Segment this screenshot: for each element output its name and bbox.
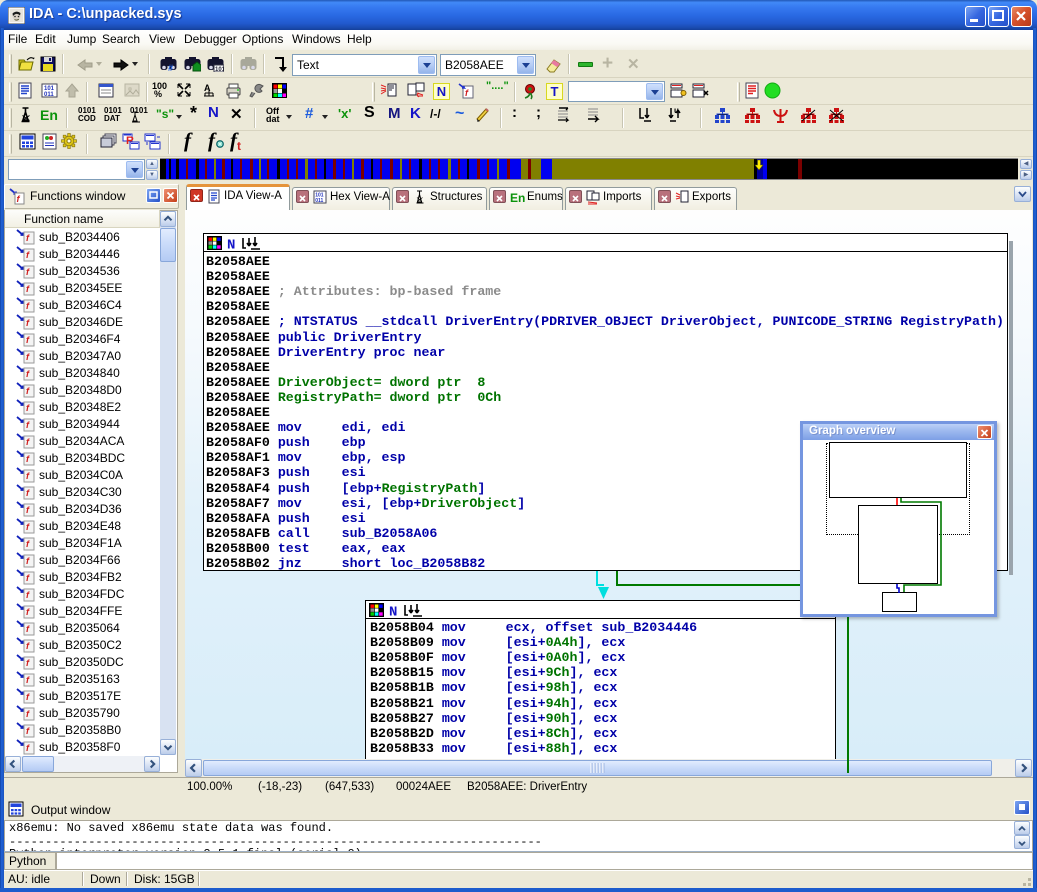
svg-text:N: N <box>389 605 397 620</box>
svg-text:#: # <box>168 63 173 72</box>
svg-text:101: 101 <box>215 67 224 72</box>
svg-text:011: 011 <box>315 198 323 204</box>
svg-text:En: En <box>510 191 525 205</box>
svg-text:u: u <box>674 106 679 115</box>
svg-text:N: N <box>227 238 235 253</box>
svg-text:011: 011 <box>44 92 54 98</box>
svg-text:A: A <box>204 83 211 93</box>
